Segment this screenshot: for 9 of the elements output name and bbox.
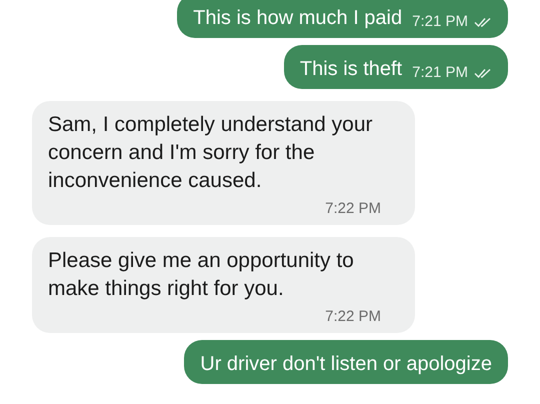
message-time: 7:22 PM: [325, 307, 381, 327]
message-text: Ur driver don't listen or apologize: [200, 352, 492, 377]
message-text: This is how much I paid: [193, 6, 402, 31]
message-text: Please give me an opportunity to make things right for you.: [48, 248, 355, 302]
message-time: 7:21 PM: [412, 12, 468, 32]
message-text: Sam, I completely understand your concern and I'm sorry for the inconvenience caused.: [48, 112, 374, 194]
message-time: 7:22 PM: [325, 199, 381, 219]
message-text: This is theft: [300, 57, 402, 82]
message-time: 7:21 PM: [412, 63, 468, 83]
